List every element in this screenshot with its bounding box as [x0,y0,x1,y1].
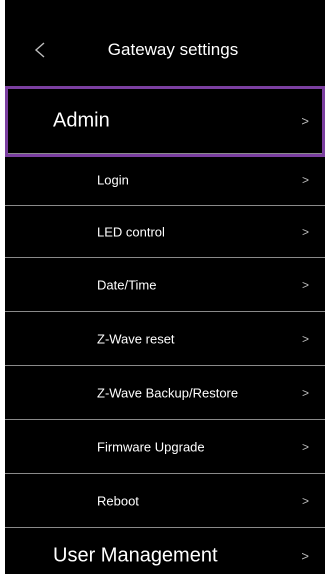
menu-item-zwave-backup-restore[interactable]: Z-Wave Backup/Restore > [5,366,325,420]
section-user-management-label: User Management [53,544,218,567]
chevron-right-icon: > [301,548,309,564]
chevron-right-icon: > [301,225,309,239]
menu-item-label: Z-Wave Backup/Restore [97,385,239,401]
chevron-right-icon: > [301,113,309,128]
page-title: Gateway settings [107,40,239,59]
menu-item-date-time[interactable]: Date/Time > [5,258,325,312]
menu-item-led-control[interactable]: LED control > [5,206,325,258]
menu-item-label: Date/Time [97,277,157,293]
menu-item-label: Reboot [97,493,139,509]
section-admin[interactable]: Admin > [5,87,325,154]
chevron-right-icon: > [301,332,309,346]
menu-item-label: Firmware Upgrade [97,439,205,455]
chevron-right-icon: > [301,494,309,508]
menu-item-login[interactable]: Login > [5,154,325,206]
gateway-settings-screen: Gateway settings Admin > Login > LED con… [5,0,325,574]
menu-item-zwave-reset[interactable]: Z-Wave reset > [5,312,325,366]
chevron-right-icon: > [301,278,309,292]
chevron-right-icon: > [301,386,309,400]
menu-item-label: Z-Wave reset [97,331,175,347]
menu-item-label: Login [97,172,129,188]
menu-item-firmware-upgrade[interactable]: Firmware Upgrade > [5,420,325,474]
section-admin-label: Admin [53,109,110,131]
chevron-right-icon: > [301,440,309,454]
header: Gateway settings [5,0,325,86]
section-user-management[interactable]: User Management > [5,528,325,574]
chevron-right-icon: > [301,173,309,187]
menu-item-reboot[interactable]: Reboot > [5,474,325,528]
menu-item-label: LED control [97,224,165,240]
